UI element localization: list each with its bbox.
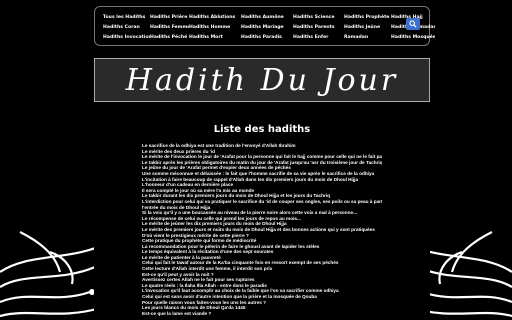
- hadith-list-item[interactable]: Si la voix qu'il y a une boucassée au ni…: [142, 210, 382, 216]
- nav-link-ablutions[interactable]: Hadiths Ablutions: [189, 14, 241, 22]
- top-navigation: Tous les Hadiths Hadiths Prière Hadiths …: [94, 6, 435, 46]
- site-logo-banner[interactable]: Hadith Du Jour: [94, 58, 430, 102]
- nav-link-jeune[interactable]: Hadiths Jeûne: [344, 24, 391, 32]
- nav-link-priere[interactable]: Hadiths Prière: [150, 14, 189, 22]
- nav-link-coran[interactable]: Hadiths Coran: [103, 24, 150, 32]
- nav-link-mosquee[interactable]: Hadiths Mosquée: [391, 34, 435, 42]
- search-icon: [409, 20, 417, 28]
- nav-link-aumone[interactable]: Hadiths Aumône: [241, 14, 293, 22]
- nav-link-mort[interactable]: Hadiths Mort: [189, 34, 241, 42]
- nav-link-paradis[interactable]: Hadiths Paradis: [241, 34, 293, 42]
- nav-link-ramadan-page[interactable]: Ramadan: [344, 34, 391, 42]
- hadith-list-item[interactable]: L'interdiction pour celui qui va pratiqu…: [142, 199, 382, 205]
- nav-link-science[interactable]: Hadiths Science: [293, 14, 344, 22]
- nav-link-mariage[interactable]: Hadiths Mariage: [241, 24, 293, 32]
- nav-link-prophete[interactable]: Hadiths Prophète: [344, 14, 391, 22]
- nav-links-grid: Tous les Hadiths Hadiths Prière Hadiths …: [103, 14, 435, 42]
- hadith-list-section: Liste des hadiths Le sacrifice de la odh…: [94, 112, 430, 320]
- nav-link-homme[interactable]: Hadiths Homme: [189, 24, 241, 32]
- nav-link-parents[interactable]: Hadiths Parents: [293, 24, 344, 32]
- hadith-list-item[interactable]: Une somme méconnue et délaissée : le fai…: [142, 171, 382, 177]
- hadith-list: Le sacrifice de la odhiya est une tradit…: [142, 143, 382, 316]
- search-button[interactable]: [406, 18, 420, 30]
- site-logo-text: Hadith Du Jour: [125, 62, 399, 98]
- nav-link-all-hadiths[interactable]: Tous les Hadiths: [103, 14, 150, 22]
- nav-link-femme[interactable]: Hadiths Femme: [150, 24, 189, 32]
- nav-link-peche[interactable]: Hadiths Péché: [150, 34, 189, 42]
- hadith-list-item[interactable]: Le mérite de l'invocation le jour de 'Ar…: [142, 154, 382, 160]
- nav-link-enfer[interactable]: Hadiths Enfer: [293, 34, 344, 42]
- hadith-list-item[interactable]: Le mérite des premiers jours et nuits du…: [142, 227, 382, 233]
- list-title: Liste des hadiths: [213, 124, 311, 135]
- nav-link-invocations[interactable]: Hadiths Invocations: [103, 34, 150, 42]
- hadith-list-item[interactable]: Est-ce que la lame est viande ?: [142, 311, 382, 317]
